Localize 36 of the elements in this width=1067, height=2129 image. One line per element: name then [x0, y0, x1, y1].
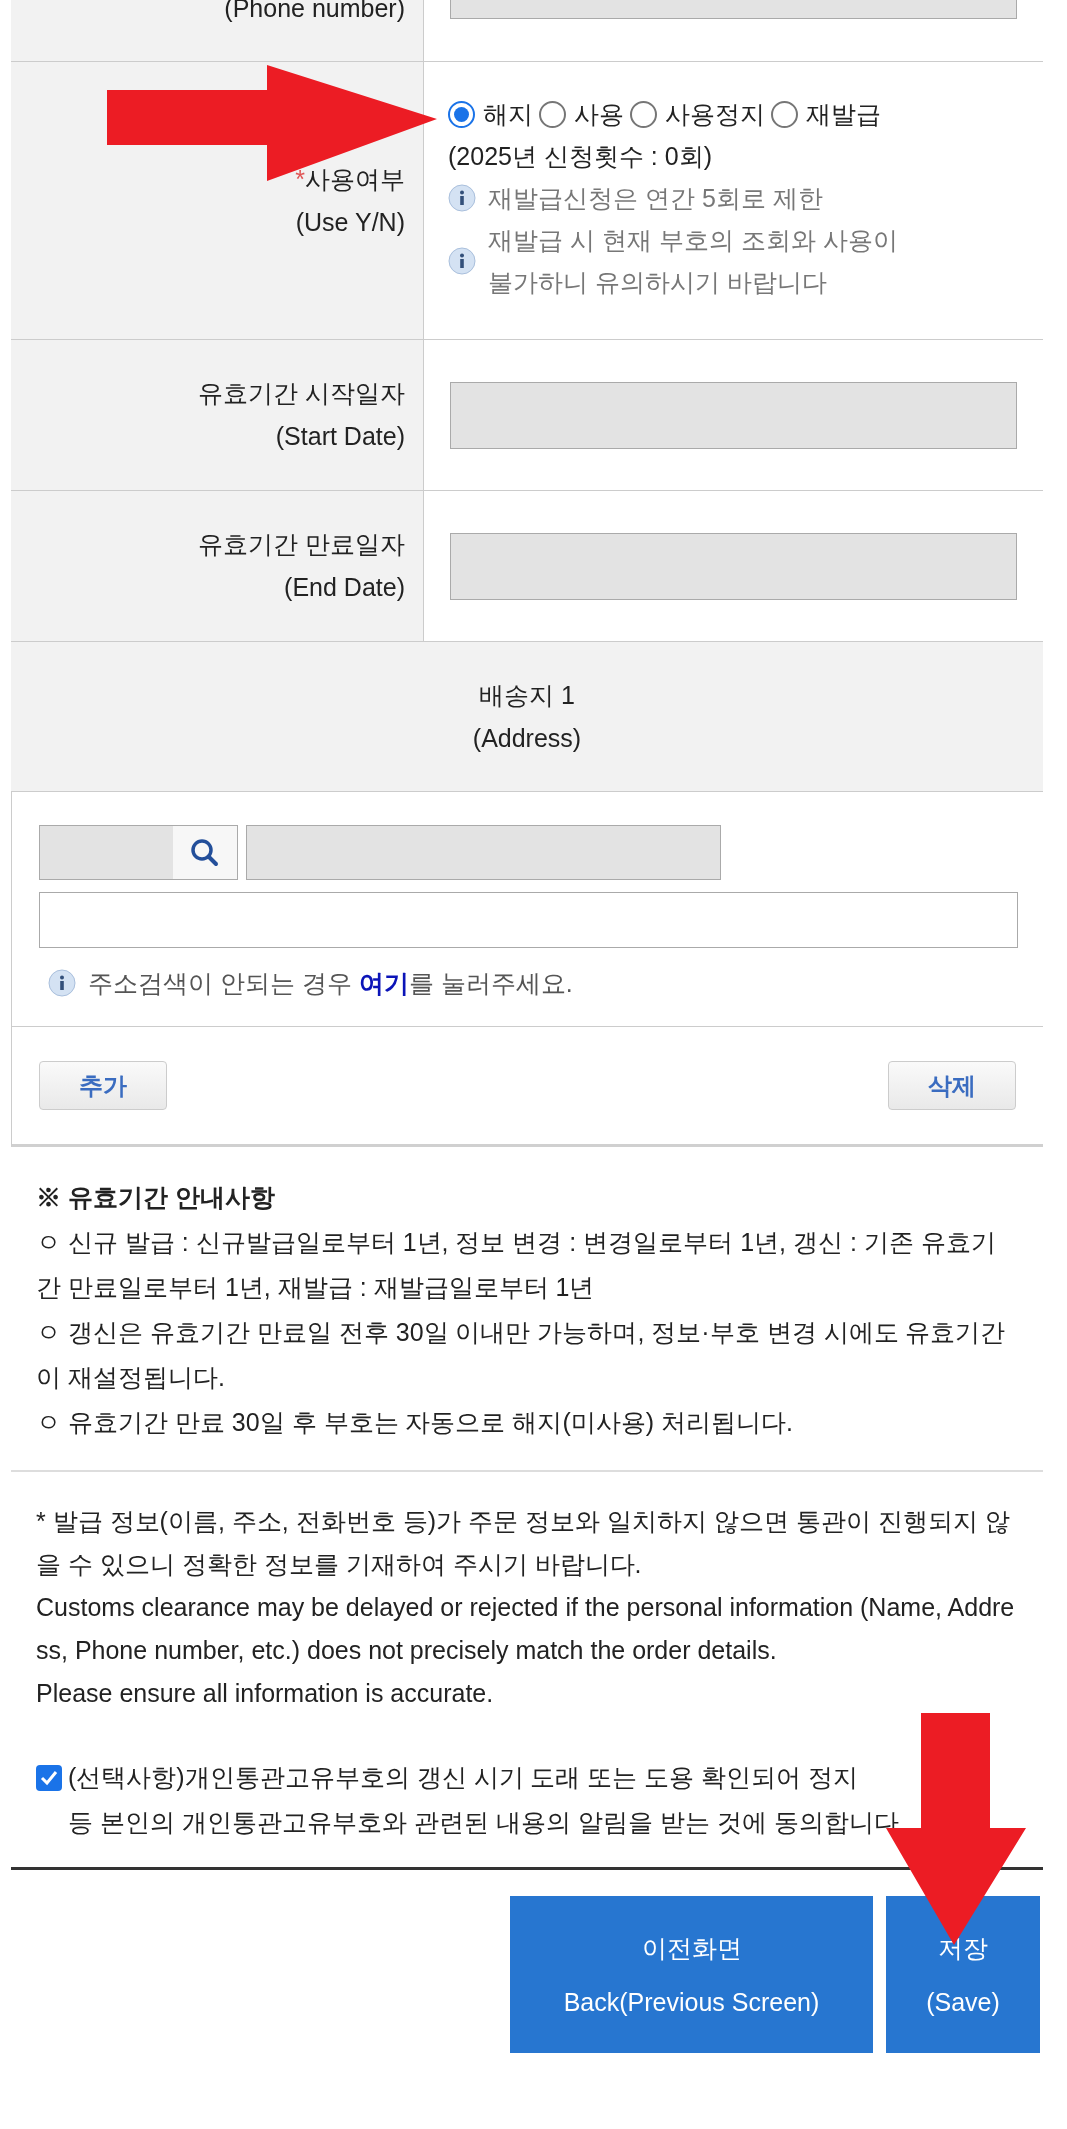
checkmark-icon	[39, 1768, 59, 1788]
delete-button[interactable]: 삭제	[888, 1061, 1016, 1110]
info-icon	[448, 184, 476, 212]
note-text: 재발급신청은 연간 5회로 제한	[488, 183, 823, 214]
back-button[interactable]: 이전화면 Back(Previous Screen)	[510, 1896, 873, 2053]
radio-option[interactable]: 사용	[539, 93, 624, 135]
notice-item: ㅇ 유효기간 만료 30일 후 부호는 자동으로 해지(미사용) 처리됩니다.	[36, 1407, 794, 1438]
address-detail-field[interactable]	[39, 892, 1018, 948]
section-subtitle: (Address)	[472, 722, 582, 754]
required-mark: *	[295, 163, 305, 195]
field-label: 유효기간 시작일자	[198, 378, 405, 409]
info-icon	[48, 969, 76, 997]
field-label: 유효기간 만료일자	[198, 529, 405, 560]
section-title: 배송지 1	[479, 679, 575, 711]
add-button[interactable]: 추가	[39, 1061, 167, 1110]
note-text: 재발급 시 현재 부호의 조회와 사용이 불가하니 유의하시기 바랍니다	[488, 225, 898, 298]
field-sublabel: (Use Y/N)	[295, 206, 405, 238]
consent-text: (선택사항)개인통관고유부호의 갱신 시기 도래 또는 도용 확인되어 정지 등 본인의 개인통관고유부호와 관련된 내용의 알림을 받는 것에 동의합니다.	[68, 1762, 906, 1838]
request-count-text: (2025년 신청횟수 : 0회)	[448, 141, 713, 172]
info-icon	[448, 247, 476, 275]
field-label: 사용여부	[305, 163, 405, 195]
disclaimer-text: * 발급 정보(이름, 주소, 전화번호 등)가 주문 정보와 일치하지 않으면 통관이 진행되지 않을 수 있으니 정확한 정보를 기재하여 주시기 바랍니다.	[36, 1506, 1011, 1580]
notice-item: ㅇ 신규 발급 : 신규발급일로부터 1년, 정보 변경 : 변경일로부터 1년, 갱신 : 기존 유효기간 만료일로부터 1년, 재발급 : 재발급일로부터 1년	[36, 1227, 997, 1303]
field-sublabel: (Start Date)	[275, 421, 405, 452]
radio-option[interactable]: 재발급	[771, 93, 881, 135]
disclaimer-text: Customs clearance may be delayed or rejected if the personal information (Name, Address, Phone number, etc.) does not precisely match the order details.	[36, 1592, 1016, 1666]
radio-option[interactable]: 사용정지	[630, 93, 765, 135]
here-link[interactable]: 여기	[358, 969, 409, 997]
consent-checkbox[interactable]	[36, 1765, 62, 1791]
notice-title: ※ 유효기간 안내사항	[36, 1182, 276, 1213]
radio-option[interactable]: 해지	[448, 93, 533, 135]
hint-text: 주소검색이 안되는 경우 여기를 눌러주세요.	[88, 968, 573, 999]
save-button[interactable]: 저장 (Save)	[886, 1896, 1040, 2053]
field-sublabel: (End Date)	[284, 572, 405, 603]
disclaimer-text: Please ensure all information is accurate.	[36, 1678, 495, 1709]
notice-item: ㅇ 갱신은 유효기간 만료일 전후 30일 이내만 가능하며, 정보·부호 변경 시에도 유효기간이 재설정됩니다.	[36, 1317, 1007, 1393]
